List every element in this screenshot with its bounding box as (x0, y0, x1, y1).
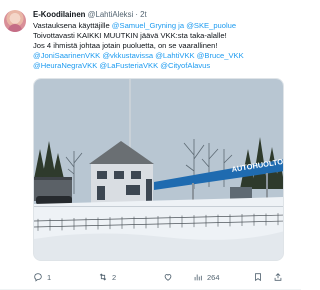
tweet-time[interactable]: 2t (140, 10, 147, 19)
gas-station-photo: AUTOHUOLTO (34, 79, 283, 260)
views-count: 264 (207, 272, 220, 282)
share-button[interactable] (273, 272, 283, 282)
tweet-actions: 1 2 264 (33, 272, 283, 286)
bookmark-icon (255, 273, 261, 282)
like-icon (164, 274, 172, 281)
reply-button[interactable]: 1 (33, 272, 51, 282)
mention-link[interactable]: @HeuraNegraVKK @LaFusteriaVKK @CityofAla… (33, 61, 210, 70)
reply-icon (34, 273, 42, 282)
retweet-icon (99, 273, 107, 281)
tweet-text-line: Vastauksena käyttäjille @Samuel_Gryning … (33, 21, 295, 31)
reply-count: 1 (47, 272, 52, 282)
tweet-image[interactable]: AUTOHUOLTO (33, 78, 284, 261)
views-button[interactable]: 264 (193, 272, 220, 282)
bookmark-button[interactable] (253, 272, 263, 282)
mention-link[interactable]: @JoniSaarinenVKK @vkkustavissa @LahtiVKK… (33, 51, 244, 60)
like-button[interactable] (163, 272, 173, 282)
tweet-text-segment: Jos 4 ihmistä johtaa jotain puoluetta, o… (33, 41, 218, 50)
tweet-text-segment: Vastauksena käyttäjille (33, 21, 112, 30)
tweet-text-line: Toivottavasti KAIKKI MUUTKIN jäävä VKK:s… (33, 31, 295, 41)
tweet-text-line: @HeuraNegraVKK @LaFusteriaVKK @CityofAla… (33, 61, 295, 71)
tweet-text-line: Jos 4 ihmistä johtaa jotain puoluetta, o… (33, 41, 295, 51)
share-icon (274, 273, 282, 281)
header-separator: · (135, 10, 138, 19)
mention-link[interactable]: @Samuel_Gryning ja @SKE_puolue (112, 21, 236, 30)
views-icon (194, 274, 202, 281)
tweet[interactable]: E-Koodilainen @LahtiAleksi · 2t Vastauks… (0, 0, 301, 290)
tweet-text-line: @JoniSaarinenVKK @vkkustavissa @LahtiVKK… (33, 51, 295, 61)
retweet-count: 2 (112, 272, 117, 282)
author-handle[interactable]: @LahtiAleksi (88, 10, 134, 19)
tweet-header: E-Koodilainen @LahtiAleksi · 2t (33, 10, 147, 19)
retweet-button[interactable]: 2 (98, 272, 116, 282)
author-name[interactable]: E-Koodilainen (33, 10, 85, 19)
tweet-text: Vastauksena käyttäjille @Samuel_Gryning … (33, 21, 295, 71)
avatar[interactable] (4, 10, 26, 32)
tweet-text-segment: Toivottavasti KAIKKI MUUTKIN jäävä VKK:s… (33, 31, 227, 40)
